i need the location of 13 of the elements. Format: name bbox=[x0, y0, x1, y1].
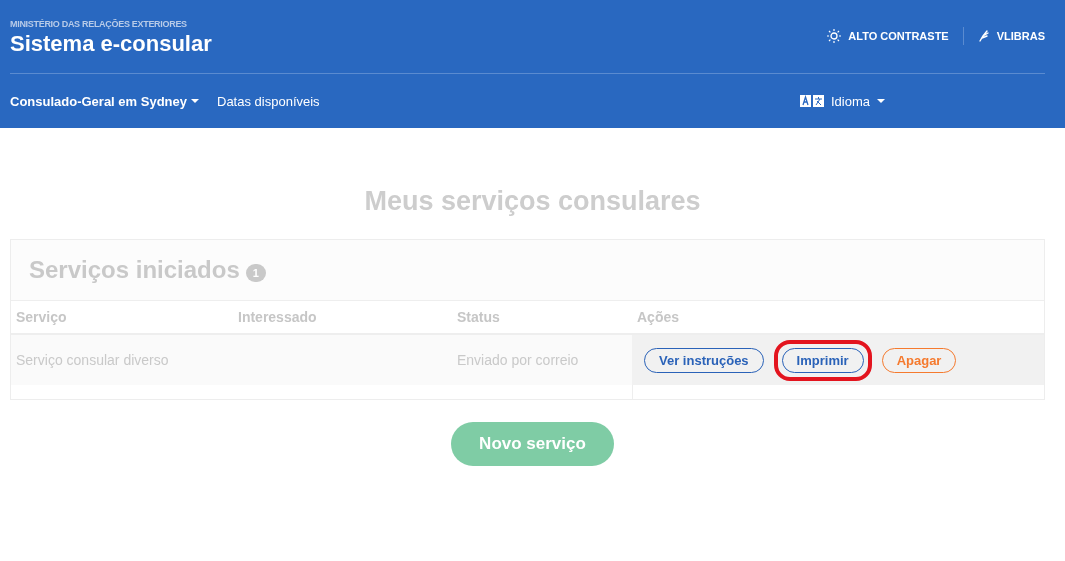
column-header: Status bbox=[456, 309, 501, 325]
column-header: Serviço bbox=[15, 309, 68, 325]
column-header: Ações bbox=[636, 309, 681, 325]
nav-link[interactable]: Datas disponíveis bbox=[217, 93, 320, 109]
ministry-name: MINISTÉRIO DAS RELAÇÕES EXTERIORES bbox=[10, 18, 188, 29]
column-header: Interessado bbox=[237, 309, 318, 325]
sun-icon bbox=[827, 28, 842, 43]
contrast-link[interactable]: ALTO CONTRASTE bbox=[827, 28, 949, 43]
translate-icon bbox=[800, 95, 824, 107]
sign-language-link[interactable]: VLIBRAS bbox=[977, 29, 1045, 42]
site-title: Sistema e-consular bbox=[10, 30, 212, 57]
language-menu[interactable]: Idioma bbox=[800, 93, 886, 109]
nav-link[interactable]: Consulado-Geral em Sydney bbox=[10, 93, 199, 109]
